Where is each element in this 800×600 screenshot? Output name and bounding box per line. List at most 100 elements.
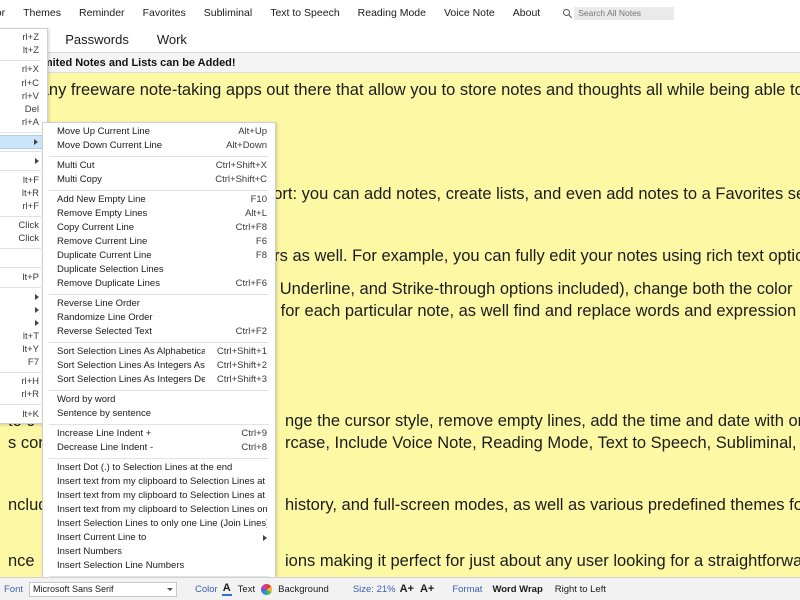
menu-item-27[interactable]: lt+T — [0, 330, 47, 343]
submenu-remove-duplicate-lines[interactable]: Remove Duplicate Lines Ctrl+F6 — [43, 277, 275, 291]
menu-item-shortcut: Ctrl+Shift+3 — [216, 374, 267, 385]
menu-item-14[interactable]: lt+R — [0, 187, 47, 200]
submenu-insert-selection-lines-to-only-one-line-join-lines[interactable]: Insert Selection Lines to only one Line … — [43, 517, 275, 531]
menu-item-15[interactable]: rl+F — [0, 200, 47, 213]
menu-item-22[interactable]: lt+P — [0, 271, 47, 284]
menu-separator — [49, 423, 269, 425]
submenu-sentence-by-sentence[interactable]: Sentence by sentence — [43, 407, 275, 421]
menu-item-label: Sort Selection Lines As Integers Descend… — [57, 374, 205, 385]
menu-item-shortcut: Click — [18, 220, 39, 232]
submenu-increase-line-indent[interactable]: Increase Line Indent + Ctrl+9 — [43, 427, 275, 441]
menu-item-shortcut: rl+H — [21, 376, 39, 388]
background-color-button[interactable]: Background — [272, 584, 335, 595]
menu-item-reading-mode[interactable]: Reading Mode — [349, 0, 435, 26]
submenu-insert-current-line-to[interactable]: Insert Current Line to — [43, 531, 275, 545]
font-family-select[interactable]: Microsoft Sans Serif — [29, 581, 178, 597]
context-menu[interactable]: rl+Z lt+Z rl+X rl+C rl+V Del rl+A lt+F lt+R rl+F C… — [0, 28, 48, 424]
context-submenu-line-operations[interactable]: Move Up Current Line Alt+Up Move Down Curr… — [42, 122, 276, 600]
menu-item-29[interactable]: F7 — [0, 356, 47, 369]
submenu-insert-text-from-my-clipboard-to-selection-lines-on-new-line[interactable]: Insert text from my clipboard to Selecti… — [43, 503, 275, 517]
search-input[interactable] — [574, 6, 675, 20]
menu-item-text-to-speech[interactable]: Text to Speech — [261, 0, 348, 26]
menu-item-4[interactable]: rl+C — [0, 77, 47, 90]
menu-item-0[interactable]: rl+Z — [0, 31, 47, 44]
submenu-remove-current-line[interactable]: Remove Current Line F6 — [43, 235, 275, 249]
menu-item-label: Move Up Current Line — [57, 126, 150, 137]
menu-item-label: Sort Selection Lines As Alphabetically — [57, 346, 205, 357]
menu-item-shortcut: rl+A — [21, 117, 39, 129]
submenu-insert-selection-line-numbers[interactable]: Insert Selection Line Numbers — [43, 559, 275, 573]
menu-item-voice-note[interactable]: Voice Note — [435, 0, 504, 26]
submenu-randomize-line-order[interactable]: Randomize Line Order — [43, 311, 275, 325]
menu-item-reminder[interactable]: Reminder — [70, 0, 134, 26]
submenu-reverse-line-order[interactable]: Reverse Line Order — [43, 297, 275, 311]
submenu-insert-numbers[interactable]: Insert Numbers — [43, 545, 275, 559]
menu-separator — [0, 267, 41, 269]
submenu-insert-text-from-my-clipboard-to-selection-lines-at-the-beginning[interactable]: Insert text from my clipboard to Selecti… — [43, 475, 275, 489]
menu-item-13[interactable]: lt+F — [0, 174, 47, 187]
menu-item-28[interactable]: lt+Y — [0, 343, 47, 356]
submenu-duplicate-selection-lines[interactable]: Duplicate Selection Lines — [43, 263, 275, 277]
menu-item-25[interactable] — [0, 303, 47, 316]
submenu-sort-selection-lines-as-integers-descending[interactable]: Sort Selection Lines As Integers Descend… — [43, 373, 275, 387]
chevron-right-icon — [263, 535, 267, 541]
menu-item-shortcut: rl+V — [21, 90, 39, 102]
submenu-multi-copy[interactable]: Multi Copy Ctrl+Shift+C — [43, 173, 275, 187]
right-to-left-button[interactable]: Right to Left — [549, 584, 612, 595]
submenu-sort-selection-lines-as-integers-ascending[interactable]: Sort Selection Lines As Integers Ascendi… — [43, 359, 275, 373]
menu-item-32[interactable]: rl+R — [0, 388, 47, 401]
decrease-font-button[interactable]: A+ — [420, 583, 434, 595]
increase-font-button[interactable]: A+ — [400, 583, 414, 595]
menu-item-subliminal[interactable]: Subliminal — [195, 0, 261, 26]
menu-item-about[interactable]: About — [504, 0, 549, 26]
submenu-copy-current-line[interactable]: Copy Current Line Ctrl+F8 — [43, 221, 275, 235]
submenu-insert-text-from-my-clipboard-to-selection-lines-at-the-end[interactable]: Insert text from my clipboard to Selecti… — [43, 489, 275, 503]
chevron-right-icon — [35, 306, 39, 313]
menu-item-label: Insert text from my clipboard to Selecti… — [57, 476, 267, 487]
menu-item-shortcut: Del — [24, 103, 39, 115]
menu-item-themes[interactable]: Themes — [14, 0, 70, 26]
menu-item-34[interactable]: lt+K — [0, 408, 47, 421]
menu-item-calculator[interactable]: ator — [0, 0, 14, 26]
submenu-move-up-current-line[interactable]: Move Up Current Line Alt+Up — [43, 125, 275, 139]
menu-item-favorites[interactable]: Favorites — [134, 0, 195, 26]
menu-item-1[interactable]: lt+Z — [0, 44, 47, 57]
menu-item-31[interactable]: rl+H — [0, 375, 47, 388]
menu-item-label: Sort Selection Lines As Integers Ascendi… — [57, 360, 205, 371]
menu-item-17[interactable]: Click — [0, 219, 47, 232]
submenu-add-new-empty-line[interactable]: Add New Empty Line F10 — [43, 193, 275, 207]
menu-item-3[interactable]: rl+X — [0, 63, 47, 76]
text-color-button[interactable]: Text — [232, 584, 261, 595]
search-area — [561, 6, 675, 20]
submenu-move-down-current-line[interactable]: Move Down Current Line Alt+Down — [43, 139, 275, 153]
tab-work[interactable]: Work — [143, 26, 201, 53]
submenu-insert-dot-to-selection-lines-at-the-end[interactable]: Insert Dot (.) to Selection Lines at the… — [43, 461, 275, 475]
word-wrap-button[interactable]: Word Wrap — [486, 584, 548, 595]
menu-item-shortcut: rl+F — [22, 201, 39, 213]
submenu-decrease-line-indent[interactable]: Decrease Line Indent - Ctrl+8 — [43, 441, 275, 455]
menu-item-18[interactable]: Click — [0, 232, 47, 245]
menu-item-shortcut: lt+Y — [22, 343, 39, 355]
menu-item-7[interactable]: rl+A — [0, 116, 47, 129]
submenu-word-by-word[interactable]: Word by word — [43, 393, 275, 407]
menu-item-26[interactable] — [0, 316, 47, 329]
submenu-duplicate-current-line[interactable]: Duplicate Current Line F8 — [43, 249, 275, 263]
menu-item-shortcut: Alt+Up — [238, 126, 267, 137]
submenu-multi-cut[interactable]: Multi Cut Ctrl+Shift+X — [43, 159, 275, 173]
text-color-icon[interactable]: A — [221, 582, 232, 596]
menu-item-shortcut: Ctrl+9 — [241, 428, 267, 439]
menu-item-11[interactable] — [0, 155, 47, 168]
tab-passwords[interactable]: Passwords — [51, 26, 143, 53]
menu-item-24[interactable] — [0, 290, 47, 303]
submenu-sort-selection-lines-as-alphabetically[interactable]: Sort Selection Lines As Alphabetically Ct… — [43, 345, 275, 359]
menu-item-5[interactable]: rl+V — [0, 90, 47, 103]
menu-item-9[interactable] — [0, 135, 47, 149]
menu-item-6[interactable]: Del — [0, 103, 47, 116]
menu-item-20[interactable] — [0, 252, 47, 265]
submenu-remove-empty-lines[interactable]: Remove Empty Lines Alt+L — [43, 207, 275, 221]
format-button[interactable]: Format — [448, 584, 486, 595]
palette-icon[interactable] — [261, 583, 273, 595]
color-label: Color — [195, 583, 218, 595]
menu-item-shortcut: lt+Z — [22, 45, 39, 57]
submenu-reverse-selected-text[interactable]: Reverse Selected Text Ctrl+F2 — [43, 325, 275, 339]
